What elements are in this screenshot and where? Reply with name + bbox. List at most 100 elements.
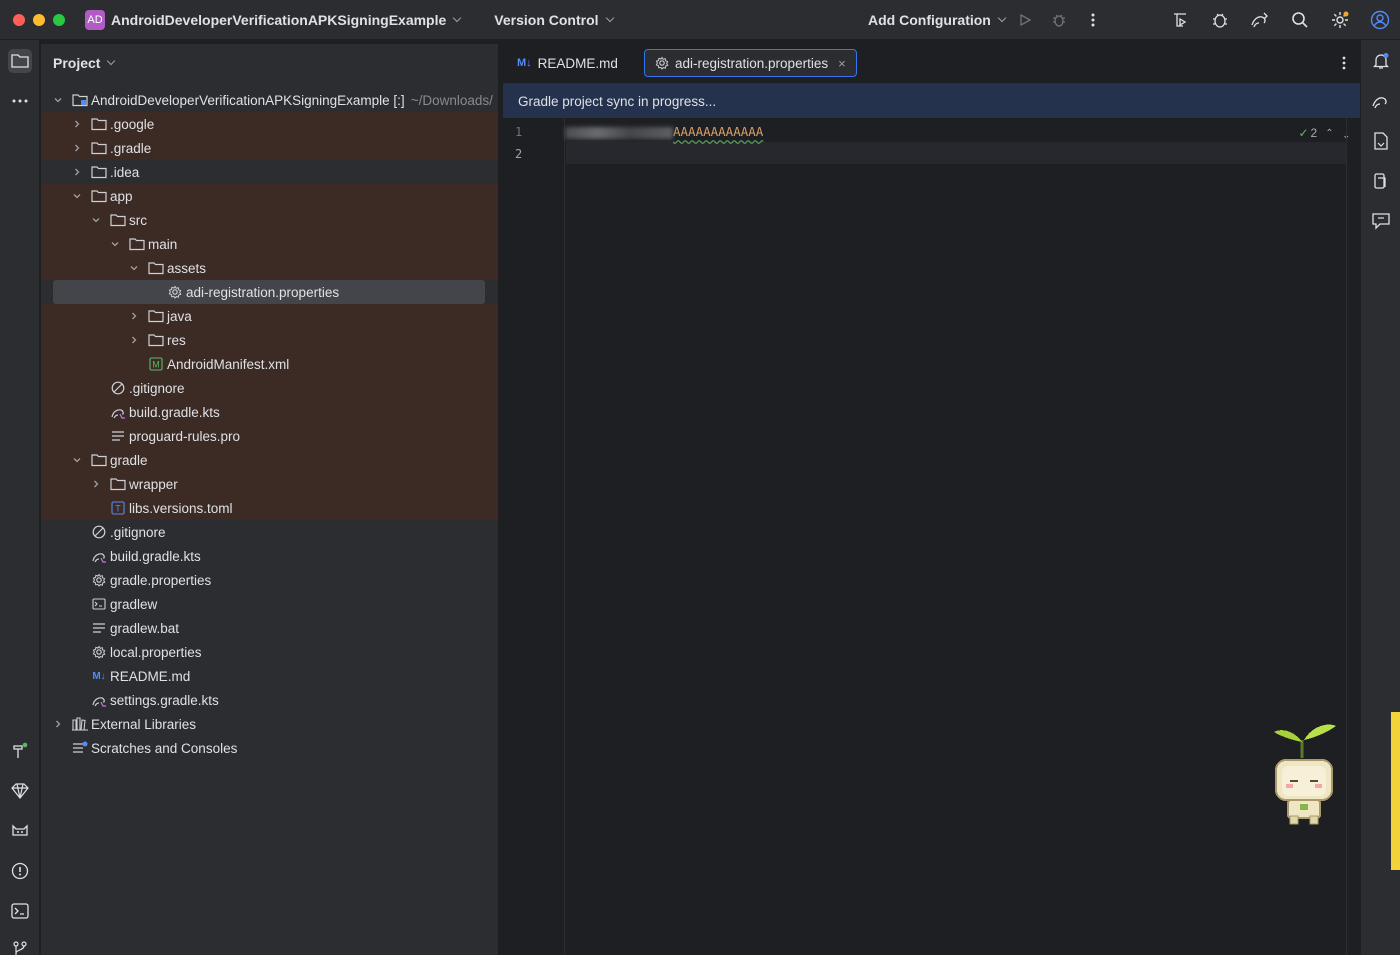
tree-item-text: AndroidManifest.xml	[167, 356, 290, 372]
tree-row[interactable]: res	[41, 328, 498, 352]
project-switcher[interactable]: AndroidDeveloperVerificationAPKSigningEx…	[111, 12, 462, 28]
notifications-icon[interactable]	[1370, 50, 1392, 72]
chevron-right-icon[interactable]	[72, 167, 82, 177]
tree-row[interactable]: assets	[41, 256, 498, 280]
tree-item-label: .google	[110, 117, 154, 132]
project-tool-window-icon[interactable]	[8, 49, 32, 73]
tree-item-text: .idea	[110, 164, 140, 180]
tree-row[interactable]: adi-registration.properties	[41, 280, 498, 304]
settings-gear-icon[interactable]	[1330, 10, 1350, 30]
app-inspection-icon[interactable]	[1210, 10, 1230, 30]
chevron-right-icon[interactable]	[53, 719, 63, 729]
chevron-right-icon[interactable]	[129, 311, 139, 321]
chevron-down-icon[interactable]	[129, 263, 139, 273]
debug-icon[interactable]	[1049, 10, 1069, 30]
tree-row[interactable]: settings.gradle.kts	[41, 688, 498, 712]
tab-label: README.md	[537, 55, 618, 71]
editor-scrollbar[interactable]	[1346, 118, 1347, 955]
search-icon[interactable]	[1290, 10, 1310, 30]
editor-area: M↓ README.md adi-registration.properties…	[503, 44, 1360, 955]
tree-row[interactable]: gradle.properties	[41, 568, 498, 592]
device-manager-icon[interactable]	[1170, 10, 1190, 30]
tree-row[interactable]: build.gradle.kts	[41, 400, 498, 424]
zoom-window-button[interactable]	[53, 13, 65, 26]
tree-row[interactable]: main	[41, 232, 498, 256]
chevron-right-icon[interactable]	[72, 143, 82, 153]
gemini-icon[interactable]	[8, 779, 32, 803]
tree-item-text: wrapper	[129, 476, 178, 492]
chevron-down-icon[interactable]	[72, 191, 82, 201]
plant-pet-mascot[interactable]	[1266, 720, 1338, 828]
tree-row[interactable]: local.properties	[41, 640, 498, 664]
tree-row[interactable]: gradlew	[41, 592, 498, 616]
version-control-menu[interactable]: Version Control	[494, 12, 614, 28]
folder-icon	[148, 260, 164, 276]
tree-row[interactable]: java	[41, 304, 498, 328]
tree-row[interactable]: proguard-rules.pro	[41, 424, 498, 448]
gradle-tool-icon[interactable]	[1370, 90, 1392, 112]
project-view-selector[interactable]: Project	[53, 55, 116, 71]
previous-highlight-icon[interactable]: ⌃	[1325, 128, 1333, 139]
tree-row[interactable]: .gitignore	[41, 520, 498, 544]
tree-row[interactable]: build.gradle.kts	[41, 544, 498, 568]
inspection-widget[interactable]: ✓ 2 ⌃ ⌃	[1298, 126, 1350, 140]
tree-row[interactable]: .gitignore	[41, 376, 498, 400]
more-actions-icon[interactable]	[1083, 10, 1103, 30]
run-icon[interactable]	[1015, 10, 1035, 30]
problems-icon[interactable]	[8, 859, 32, 883]
tree-item-label: java	[167, 309, 192, 324]
add-configuration-button[interactable]: Add Configuration	[868, 12, 1007, 28]
chevron-right-icon[interactable]	[72, 119, 82, 129]
chevron-down-icon[interactable]	[110, 239, 120, 249]
close-tab-icon[interactable]: ×	[838, 56, 846, 71]
running-devices-icon[interactable]	[1370, 170, 1392, 192]
tree-row[interactable]: .idea	[41, 160, 498, 184]
terminal-icon[interactable]	[8, 899, 32, 923]
folder-icon	[91, 140, 107, 156]
tree-row[interactable]: .google	[41, 112, 498, 136]
tree-row[interactable]: M↓ README.md	[41, 664, 498, 688]
tree-item-text: gradlew	[110, 596, 158, 612]
chevron-down-icon[interactable]	[53, 95, 63, 105]
code-line-1[interactable]: AAAAAAAAAAAA	[565, 124, 763, 139]
gradle-icon	[91, 548, 107, 564]
account-icon[interactable]	[1370, 10, 1390, 30]
chevron-right-icon[interactable]	[91, 479, 101, 489]
tab-readme[interactable]: M↓ README.md	[507, 49, 628, 77]
sync-banner: Gradle project sync in progress...	[503, 84, 1360, 118]
device-file-explorer-icon[interactable]	[1370, 130, 1392, 152]
properties-icon	[655, 56, 669, 70]
close-window-button[interactable]	[13, 13, 25, 26]
tree-row[interactable]: Tlibs.versions.toml	[41, 496, 498, 520]
gradle-sync-icon[interactable]	[1250, 10, 1270, 30]
tree-item-label: gradle	[110, 453, 148, 468]
tree-row[interactable]: gradle	[41, 448, 498, 472]
tree-row[interactable]: app	[41, 184, 498, 208]
tab-adi-registration[interactable]: adi-registration.properties ×	[644, 49, 857, 77]
properties-icon	[91, 572, 107, 588]
build-icon[interactable]	[8, 739, 32, 763]
properties-icon	[167, 284, 183, 300]
tree-row[interactable]: src	[41, 208, 498, 232]
version-control-icon[interactable]	[8, 937, 32, 955]
tree-row[interactable]: gradlew.bat	[41, 616, 498, 640]
logcat-icon[interactable]	[8, 819, 32, 843]
tree-item-text: proguard-rules.pro	[129, 428, 241, 444]
more-tool-windows-icon[interactable]	[8, 89, 32, 113]
chevron-right-icon[interactable]	[129, 335, 139, 345]
markdown-icon: M↓	[92, 670, 106, 682]
tree-item-label: local.properties	[110, 645, 202, 660]
chevron-down-icon[interactable]	[91, 215, 101, 225]
tab-actions-icon[interactable]	[1342, 56, 1346, 73]
tree-row[interactable]: AndroidDeveloperVerificationAPKSigningEx…	[41, 88, 498, 112]
folder-icon	[91, 188, 107, 204]
tree-row[interactable]: Scratches and Consoles	[41, 736, 498, 760]
assistant-chat-icon[interactable]	[1370, 210, 1392, 232]
minimize-window-button[interactable]	[33, 13, 45, 26]
tree-row[interactable]: wrapper	[41, 472, 498, 496]
folder-icon	[148, 332, 164, 348]
tree-row[interactable]: External Libraries	[41, 712, 498, 736]
chevron-down-icon[interactable]	[72, 455, 82, 465]
tree-row[interactable]: .gradle	[41, 136, 498, 160]
tree-row[interactable]: M AndroidManifest.xml	[41, 352, 498, 376]
